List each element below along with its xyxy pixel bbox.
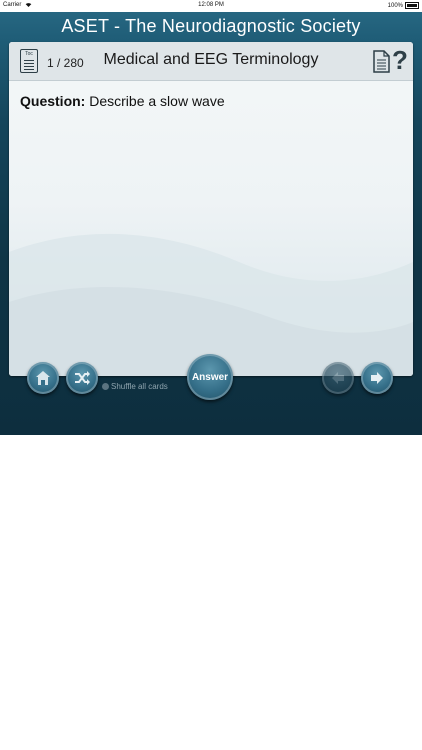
battery-percent: 100% xyxy=(387,2,403,9)
battery-status: 100% xyxy=(388,2,419,9)
card-header: Toc 1 / 280 Medical and EEG Terminology … xyxy=(9,42,413,81)
app-screen: Carrier 12:08 PM 100% ASET - The Neurodi… xyxy=(0,0,422,435)
flashcard: Toc 1 / 280 Medical and EEG Terminology … xyxy=(9,42,413,376)
status-time: 12:08 PM xyxy=(198,2,224,8)
card-title: Medical and EEG Terminology xyxy=(103,51,319,68)
question-label: Question: xyxy=(20,93,86,109)
arrow-left-icon xyxy=(332,372,344,384)
next-button[interactable] xyxy=(361,362,393,394)
answer-button[interactable]: Answer xyxy=(187,354,233,400)
shuffle-checkbox[interactable] xyxy=(102,383,109,390)
shuffle-icon xyxy=(75,371,90,385)
previous-button[interactable] xyxy=(322,362,354,394)
question: Question: Describe a slow wave xyxy=(20,93,225,109)
app-title: ASET - The Neurodiagnostic Society xyxy=(61,16,361,36)
notes-icon[interactable] xyxy=(373,50,390,73)
arrow-right-icon xyxy=(371,372,383,384)
shuffle-button[interactable] xyxy=(66,362,98,394)
home-button[interactable] xyxy=(27,362,59,394)
shuffle-label[interactable]: Shuffle all cards xyxy=(111,382,168,391)
home-icon xyxy=(36,371,50,385)
question-text: Describe a slow wave xyxy=(89,93,225,109)
status-bar: Carrier 12:08 PM 100% xyxy=(0,0,422,12)
help-icon[interactable]: ? xyxy=(392,45,408,76)
battery-icon xyxy=(405,2,419,9)
background-wave xyxy=(9,233,413,376)
